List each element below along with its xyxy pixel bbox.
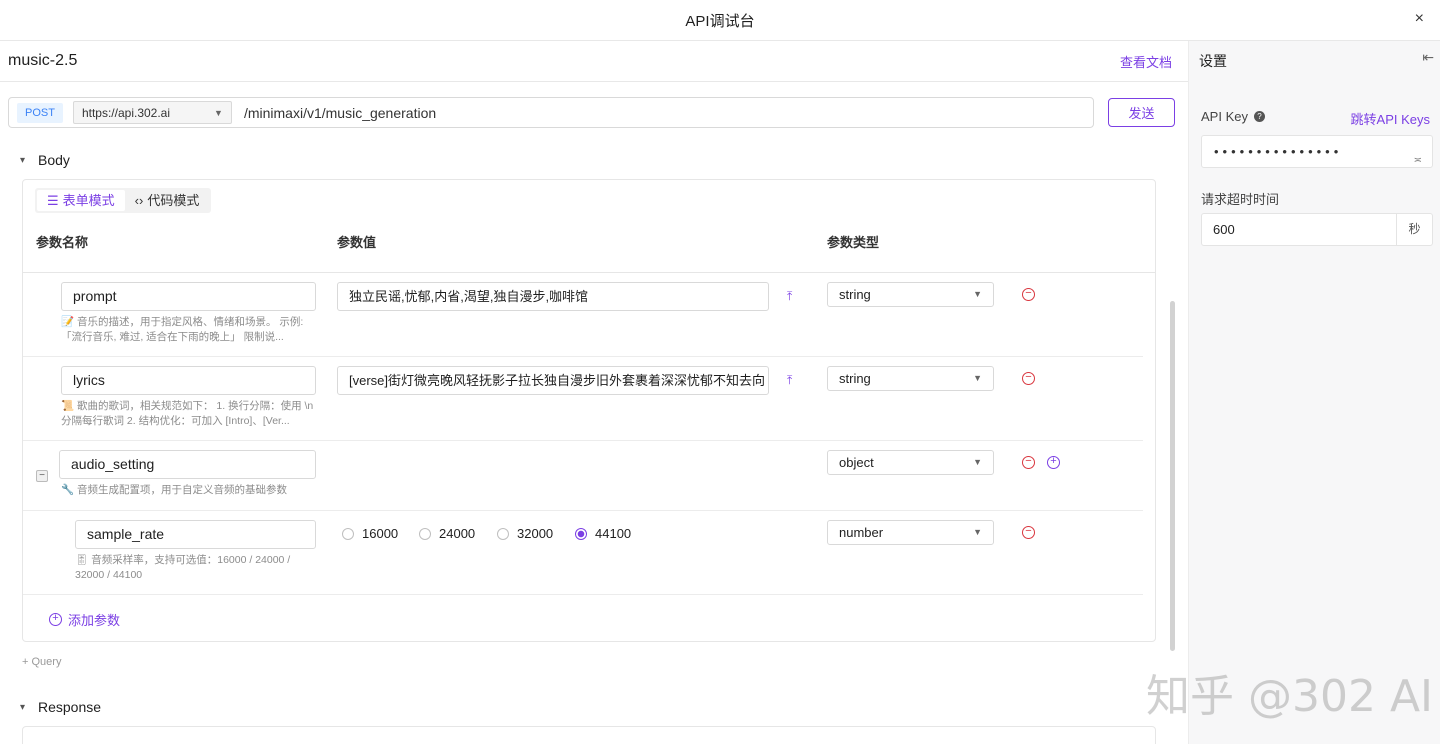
goto-api-keys-link[interactable]: 跳转API Keys: [1351, 109, 1430, 128]
upload-icon[interactable]: ⤒: [787, 373, 792, 388]
radio-dot: [342, 527, 354, 540]
view-docs-link[interactable]: 查看文档: [1120, 52, 1172, 71]
column-header-type: 参数类型: [827, 235, 880, 250]
window-title: API调试台: [685, 12, 755, 30]
radio-16000[interactable]: 16000: [342, 526, 398, 541]
radio-label: 44100: [595, 526, 632, 541]
column-header-value: 参数值: [337, 235, 377, 250]
param-type-select[interactable]: number ▼: [827, 520, 994, 545]
param-value-input[interactable]: [verse]街灯微亮晚风轻抚影子拉长独自漫步旧外套裹着深深忧郁不知去向: [337, 366, 769, 395]
api-key-label: API Key ?: [1201, 109, 1265, 124]
api-key-masked-value: •••••••••••••••: [1214, 144, 1343, 159]
chevron-down-icon: ▼: [973, 527, 982, 537]
param-type-value: string: [839, 287, 871, 302]
tab-code-mode[interactable]: ‹› 代码模式: [125, 190, 210, 211]
param-type-select[interactable]: string ▼: [827, 282, 994, 307]
code-icon: ‹›: [134, 193, 144, 208]
upload-icon[interactable]: ⤒: [787, 289, 792, 304]
param-name-input[interactable]: sample_rate: [75, 520, 316, 549]
api-key-input[interactable]: ••••••••••••••• ≍: [1201, 135, 1433, 168]
chevron-down-icon: ▼: [973, 457, 982, 467]
model-header: music-2.5 查看文档: [0, 41, 1188, 82]
tab-form-mode-label: 表单模式: [62, 193, 115, 208]
add-param-button[interactable]: + 添加参数: [49, 610, 120, 629]
param-description: 🔧 音频生成配置项，用于自定义音频的基础参数: [61, 484, 287, 496]
main-panel: music-2.5 查看文档 POST https://api.302.ai ▼…: [0, 41, 1188, 744]
list-icon: ☰: [47, 193, 59, 208]
host-select[interactable]: https://api.302.ai ▼: [72, 101, 232, 124]
radio-44100[interactable]: 44100: [575, 526, 631, 541]
query-label: Query: [31, 656, 62, 668]
chevron-down-icon: ▼: [973, 289, 982, 299]
model-name: music-2.5: [8, 52, 78, 69]
body-params-panel: ☰ 表单模式 ‹› 代码模式 参数名称 参数值 参数类型 prompt 📝 音乐…: [22, 179, 1156, 642]
param-name-input[interactable]: prompt: [61, 282, 316, 311]
chevron-down-icon: ▾: [20, 154, 26, 166]
request-url-bar: POST https://api.302.ai ▼ /minimaxi/v1/m…: [8, 97, 1094, 128]
param-description: 📝 音乐的描述，用于指定风格、情绪和场景。 示例:「流行音乐, 难过, 适合在下…: [61, 316, 304, 343]
radio-label: 32000: [517, 526, 554, 541]
response-panel: [22, 726, 1156, 744]
param-row-sample-rate: sample_rate 🎚 音频采样率，支持可选值：16000 / 24000 …: [23, 511, 1143, 595]
param-type-select[interactable]: object ▼: [827, 450, 994, 475]
param-type-select[interactable]: string ▼: [827, 366, 994, 391]
param-type-value: object: [839, 455, 874, 470]
param-description: 📜 歌曲的歌词，相关规范如下： 1. 换行分隔：使用 \n 分隔每行歌词 2. …: [61, 400, 314, 427]
remove-param-icon[interactable]: −: [1022, 372, 1035, 385]
param-type-value: number: [839, 525, 884, 540]
param-name-input[interactable]: audio_setting: [59, 450, 316, 479]
remove-param-icon[interactable]: −: [1022, 526, 1035, 539]
param-type-value: string: [839, 371, 871, 386]
radio-24000[interactable]: 24000: [419, 526, 475, 541]
remove-param-icon[interactable]: −: [1022, 456, 1035, 469]
help-icon[interactable]: ?: [1253, 111, 1265, 122]
watermark: 知乎 @302 AI: [1146, 671, 1434, 722]
body-section-title: Body: [38, 152, 70, 168]
chevron-down-icon: ▼: [973, 373, 982, 383]
radio-label: 24000: [439, 526, 476, 541]
param-row-prompt: prompt 📝 音乐的描述，用于指定风格、情绪和场景。 示例:「流行音乐, 难…: [23, 273, 1143, 357]
response-section-title: Response: [38, 699, 102, 715]
param-row-audio-setting: − audio_setting 🔧 音频生成配置项，用于自定义音频的基础参数 o…: [23, 441, 1143, 511]
timeout-label: 请求超时时间: [1201, 192, 1280, 207]
param-description: 🎚 音频采样率，支持可选值：16000 / 24000 / 32000 / 44…: [75, 554, 291, 581]
timeout-value: 600: [1213, 222, 1235, 237]
param-value-input[interactable]: 独立民谣,忧郁,内省,渴望,独自漫步,咖啡馆: [337, 282, 769, 311]
radio-dot: [419, 527, 431, 540]
mode-tabs: ☰ 表单模式 ‹› 代码模式: [35, 188, 212, 213]
timeout-unit: 秒: [1396, 214, 1432, 245]
remove-param-icon[interactable]: −: [1022, 288, 1035, 301]
param-row-lyrics: lyrics 📜 歌曲的歌词，相关规范如下： 1. 换行分隔：使用 \n 分隔每…: [23, 357, 1143, 441]
send-button[interactable]: 发送: [1108, 98, 1175, 127]
eye-hidden-icon[interactable]: ≍: [1414, 145, 1422, 176]
radio-32000[interactable]: 32000: [497, 526, 553, 541]
tab-code-mode-label: 代码模式: [147, 193, 200, 208]
collapse-icon[interactable]: −: [36, 470, 48, 482]
api-key-label-text: API Key: [1201, 109, 1248, 124]
body-section-header[interactable]: ▾ Body: [20, 152, 70, 168]
add-circle-icon: +: [49, 613, 62, 626]
param-name-input[interactable]: lyrics: [61, 366, 316, 395]
endpoint-path[interactable]: /minimaxi/v1/music_generation: [244, 105, 436, 121]
tab-form-mode[interactable]: ☰ 表单模式: [37, 190, 125, 211]
chevron-down-icon: ▼: [214, 107, 223, 118]
radio-dot-selected: [575, 527, 587, 540]
settings-panel: 设置 ⇤ API Key ? 跳转API Keys ••••••••••••••…: [1188, 41, 1440, 744]
add-query-link[interactable]: + Query: [22, 656, 61, 668]
timeout-input[interactable]: 600 秒: [1201, 213, 1433, 246]
close-icon[interactable]: ×: [1415, 10, 1424, 28]
radio-label: 16000: [362, 526, 399, 541]
method-badge: POST: [17, 102, 63, 123]
main-scrollbar[interactable]: [1170, 301, 1175, 651]
radio-dot: [497, 527, 509, 540]
column-header-name: 参数名称: [36, 235, 89, 250]
add-param-label: 添加参数: [68, 613, 121, 628]
response-section-header[interactable]: ▾ Response: [20, 699, 101, 715]
chevron-down-icon: ▾: [20, 701, 26, 713]
add-child-param-icon[interactable]: +: [1047, 456, 1060, 469]
title-bar: API调试台 ×: [0, 0, 1440, 41]
host-value: https://api.302.ai: [81, 105, 171, 120]
settings-title: 设置: [1199, 53, 1227, 69]
collapse-panel-icon[interactable]: ⇤: [1422, 49, 1434, 66]
